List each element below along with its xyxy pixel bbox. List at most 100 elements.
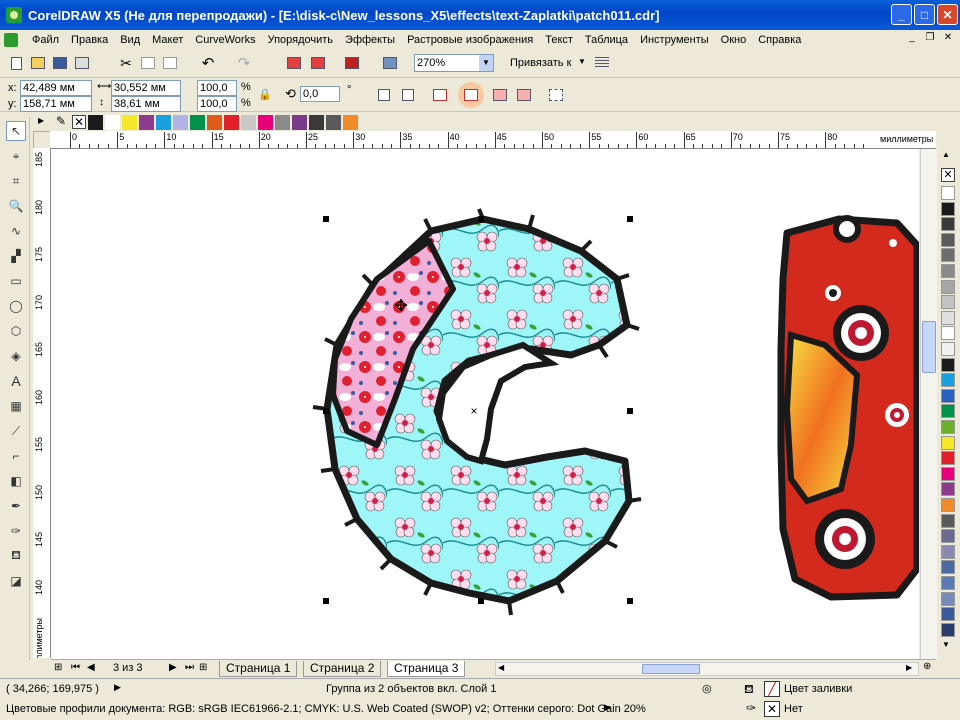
color-swatch[interactable] [241,115,257,130]
crop-tool[interactable]: ⌗ [6,171,26,191]
menu-item[interactable]: Растровые изображения [401,34,539,46]
align-distribute-button[interactable] [546,85,566,105]
color-swatch-right[interactable] [941,544,955,559]
color-swatch[interactable] [190,115,206,130]
menu-item[interactable]: Эффекты [339,34,401,46]
color-swatch-right[interactable] [941,576,955,590]
color-swatch[interactable] [343,115,359,130]
pick-tool[interactable]: ↖ [6,121,26,141]
smart-fill-tool[interactable]: ▞ [6,246,26,266]
publish-pdf-button[interactable] [342,53,362,73]
color-swatch-right[interactable] [941,435,955,450]
add-page-after-icon[interactable]: ⊞ [199,662,207,673]
fill-tool[interactable]: ⛾ [6,546,26,566]
color-swatch-right[interactable] [941,326,955,341]
minimize-button[interactable]: _ [891,4,912,25]
profiles-expand-icon[interactable]: ▶ [604,702,611,713]
color-swatch-right[interactable] [941,498,955,512]
width-input[interactable]: 30,552 мм [111,80,181,96]
menu-item[interactable]: Правка [65,34,114,46]
menu-item[interactable]: Окно [715,34,753,46]
outline-none-swatch[interactable]: ✕ [764,701,780,717]
ruler-corner[interactable] [33,131,51,149]
mdi-minimize-icon[interactable]: _ [905,32,919,46]
color-swatch-right[interactable] [941,513,955,528]
no-color-swatch[interactable]: ✕ [72,115,86,129]
lock-ratio-icon[interactable]: 🔒 [258,88,272,101]
freehand-tool[interactable]: ∿ [6,221,26,241]
horizontal-ruler[interactable]: миллиметры 0 5 10 15 20 25 30 35 40 45 50 55 60 65 70 7… [50,131,936,149]
color-swatch[interactable] [258,115,274,130]
menu-item[interactable]: Файл [26,34,65,46]
shape-tool[interactable]: ⌖ [6,146,26,166]
color-swatch-right[interactable] [941,342,955,356]
palette-scroll-down-icon[interactable]: ▼ [942,640,950,649]
import-button[interactable] [284,53,304,73]
last-page-icon[interactable]: ⏭ [185,662,194,673]
first-page-icon[interactable]: ⏮ [71,662,80,673]
navigator-icon[interactable]: ⊕ [923,661,931,672]
options-button[interactable] [592,53,612,73]
basic-shapes-tool[interactable]: ◈ [6,346,26,366]
color-swatch[interactable] [173,115,189,130]
menu-item[interactable]: Упорядочить [262,34,339,46]
palette-scroll-left-icon[interactable]: ▶ [38,116,44,125]
open-button[interactable] [28,53,48,73]
color-swatch[interactable] [156,115,172,130]
text-tool[interactable]: A [6,371,26,391]
color-swatch-right[interactable] [941,279,955,294]
new-document-button[interactable] [6,53,26,73]
y-position-input[interactable]: 158,71 мм [20,96,92,112]
menu-item[interactable]: Справка [752,34,807,46]
combine-button[interactable] [490,85,510,105]
color-profiles-info[interactable]: Цветовые профили документа: RGB: sRGB IE… [6,703,646,715]
color-swatch-right[interactable] [941,404,955,419]
color-swatch[interactable] [275,115,291,130]
color-swatch[interactable] [224,115,240,130]
scroll-right-icon[interactable]: ▶ [906,663,912,672]
color-swatch-right[interactable] [941,357,955,372]
fill-none-swatch[interactable]: ╱ [764,681,780,697]
add-page-before-icon[interactable]: ⊞ [54,662,62,673]
zoom-tool[interactable]: 🔍 [6,196,26,216]
menu-item[interactable]: Макет [146,34,189,46]
color-swatch-right[interactable] [941,217,955,232]
color-swatch-right[interactable] [941,186,955,200]
status-expand-icon[interactable]: ▶ [114,682,121,693]
color-swatch-right[interactable] [941,529,955,544]
coreldraw-app-icon[interactable] [6,7,22,23]
color-swatch-right[interactable] [941,622,955,637]
color-swatch[interactable] [326,115,342,130]
x-position-input[interactable]: 42,489 мм [20,80,92,96]
save-button[interactable] [50,53,70,73]
color-swatch[interactable] [122,115,138,130]
color-swatch-right[interactable] [941,388,955,403]
no-color-swatch-right[interactable]: ✕ [941,168,955,182]
horizontal-scrollbar[interactable]: ◀ ▶ [495,662,919,676]
color-swatch-right[interactable] [941,248,955,263]
tab-page-2[interactable]: Страница 2 [303,661,382,677]
blend-tool[interactable]: ◧ [6,471,26,491]
undo-button[interactable]: ↶ [198,53,218,73]
prev-page-icon[interactable]: ◀ [87,662,95,673]
color-swatch-right[interactable] [941,232,955,247]
color-swatch[interactable] [88,115,104,130]
menu-item[interactable]: CurveWorks [189,34,261,46]
eyedropper-tool[interactable]: ✒ [6,496,26,516]
vertical-ruler[interactable]: миллиметры 185 180 175 170 165 160 155 150 145 14… [33,148,51,658]
color-swatch-right[interactable] [941,295,955,310]
color-swatch[interactable] [207,115,223,130]
color-swatch-right[interactable] [941,264,955,278]
redo-button[interactable]: ↷ [234,53,254,73]
mdi-restore-icon[interactable]: ❐ [923,32,937,46]
color-swatch-right[interactable] [941,201,955,216]
object-properties-icon[interactable]: ◎ [702,682,712,695]
horizontal-scroll-thumb[interactable] [642,664,700,674]
height-input[interactable]: 38,61 мм [111,96,181,112]
palette-scroll-up-icon[interactable]: ▲ [942,150,950,159]
table-tool[interactable]: ▦ [6,396,26,416]
color-swatch-right[interactable] [941,466,955,481]
maximize-button[interactable]: □ [914,4,935,25]
cut-button[interactable]: ✂ [116,53,136,73]
color-swatch[interactable] [105,115,121,130]
